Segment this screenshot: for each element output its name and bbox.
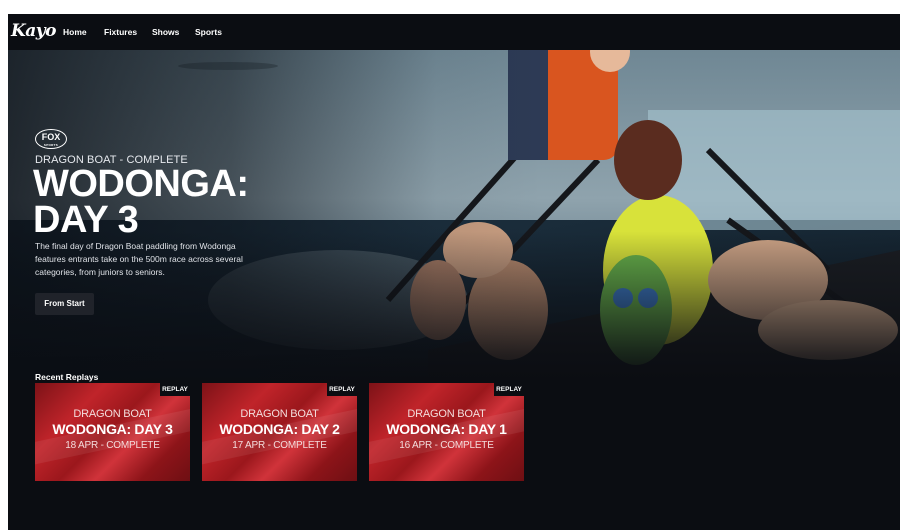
nav-fixtures[interactable]: Fixtures <box>104 27 137 37</box>
top-nav: Kayo Home Fixtures Shows Sports <box>8 14 900 50</box>
replay-badge: REPLAY <box>160 383 190 396</box>
card-title: WODONGA: DAY 2 <box>219 421 340 437</box>
app-window: Kayo Home Fixtures Shows Sports FOX SPOR… <box>8 14 900 530</box>
replay-badge: REPLAY <box>327 383 357 396</box>
card-title: WODONGA: DAY 1 <box>386 421 507 437</box>
nav-shows[interactable]: Shows <box>152 27 179 37</box>
nav-sports[interactable]: Sports <box>195 27 222 37</box>
card-sport: DRAGON BOAT <box>73 408 152 420</box>
hero-title-line-2: DAY 3 <box>33 199 139 241</box>
card-subtitle: 18 APR - COMPLETE <box>65 440 160 451</box>
card-subtitle: 17 APR - COMPLETE <box>232 440 327 451</box>
card-subtitle: 16 APR - COMPLETE <box>399 440 494 451</box>
from-start-button[interactable]: From Start <box>35 293 94 315</box>
card-title: WODONGA: DAY 3 <box>52 421 173 437</box>
fox-sports-logo: FOX SPORTS <box>35 129 67 149</box>
recent-replays-heading: Recent Replays <box>35 372 99 382</box>
hero-banner[interactable]: FOX SPORTS DRAGON BOAT - COMPLETE WODONG… <box>8 50 900 380</box>
channel-logo-subtext: SPORTS <box>43 143 59 147</box>
replay-badge: REPLAY <box>494 383 524 396</box>
replay-card-day3[interactable]: REPLAY DRAGON BOAT WODONGA: DAY 3 18 APR… <box>35 383 190 481</box>
replay-card-day2[interactable]: REPLAY DRAGON BOAT WODONGA: DAY 2 17 APR… <box>202 383 357 481</box>
hero-title: WODONGA: DAY 3 <box>33 163 293 241</box>
card-sport: DRAGON BOAT <box>240 408 319 420</box>
replay-card-day1[interactable]: REPLAY DRAGON BOAT WODONGA: DAY 1 16 APR… <box>369 383 524 481</box>
hero-title-line-1: WODONGA: <box>33 163 249 205</box>
kayo-logo[interactable]: Kayo <box>11 21 57 41</box>
card-sport: DRAGON BOAT <box>407 408 486 420</box>
hero-description: The final day of Dragon Boat paddling fr… <box>35 241 243 277</box>
nav-home[interactable]: Home <box>63 27 87 37</box>
